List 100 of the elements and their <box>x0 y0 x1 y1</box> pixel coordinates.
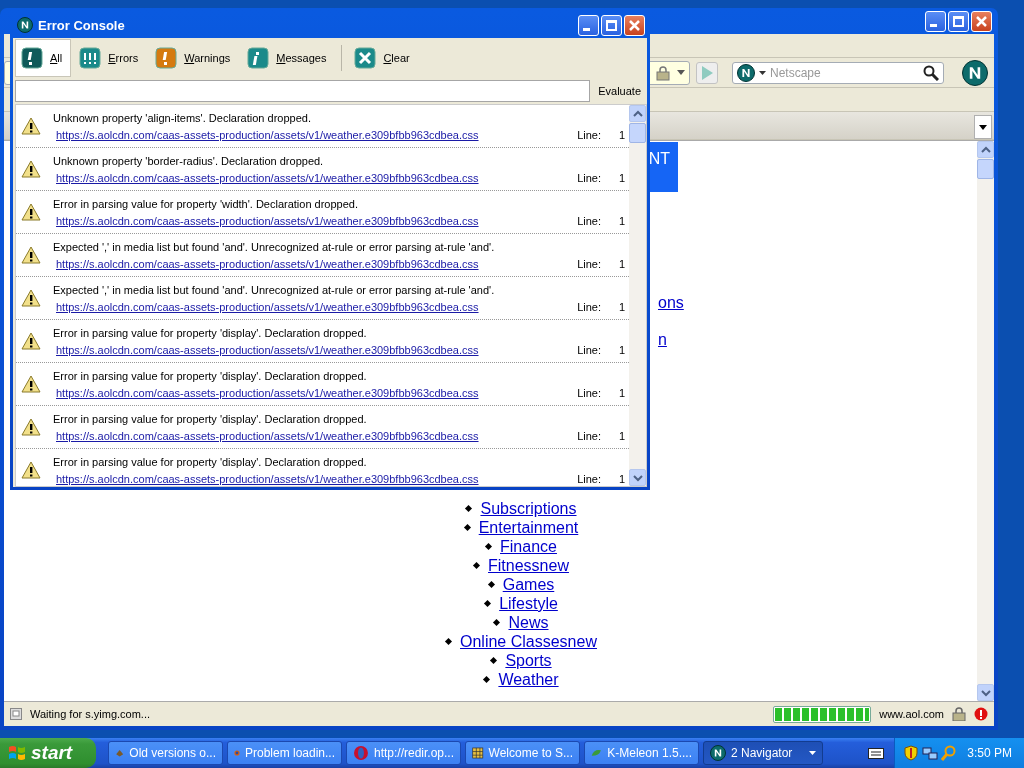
exclamation-icon <box>21 47 43 69</box>
info-icon <box>247 47 270 69</box>
dropdown-icon <box>759 70 766 75</box>
warning-icon <box>21 461 41 479</box>
message-text: Error in parsing value for property 'width'. Declaration dropped. <box>53 198 360 210</box>
shield-icon[interactable] <box>903 745 919 761</box>
close-icon <box>354 47 377 69</box>
link[interactable]: Sports <box>505 651 552 670</box>
message-text: Expected ',' in media list but found 'and'. Unrecognized at-rule or error parsing at-rule 'and'. <box>53 241 496 253</box>
netscape-logo-icon[interactable] <box>737 63 755 82</box>
caret-icon <box>979 124 987 130</box>
minimize-button[interactable] <box>578 14 599 36</box>
source-link[interactable]: https://s.aolcdn.com/caas-assets-production/assets/v1/weather.e309bfbb963cdbea.css <box>56 215 570 231</box>
bullet-icon <box>487 580 495 589</box>
source-link[interactable]: https://s.aolcdn.com/caas-assets-production/assets/v1/weather.e309bfbb963cdbea.css <box>56 301 570 317</box>
bullet-icon <box>493 618 501 627</box>
link[interactable]: Games <box>502 575 555 594</box>
warning-icon <box>21 160 41 178</box>
scrollbar-thumb[interactable] <box>977 159 994 179</box>
network-icon[interactable] <box>922 745 938 761</box>
clear-button[interactable]: Clear <box>348 39 419 77</box>
link[interactable]: n <box>658 330 977 349</box>
tab[interactable]: Warnings <box>149 39 240 77</box>
line-number: 1 <box>617 129 626 143</box>
search-field[interactable]: Netscape <box>732 61 944 84</box>
close-button[interactable] <box>624 14 645 36</box>
link[interactable]: Entertainment <box>478 518 579 537</box>
netscape-logo-icon <box>962 59 988 86</box>
bullet-icon <box>485 542 493 551</box>
minimize-button[interactable] <box>925 10 946 32</box>
maximize-icon <box>606 19 617 31</box>
link[interactable]: Finance <box>500 537 557 556</box>
close-button[interactable] <box>971 10 992 32</box>
link[interactable]: Weather <box>498 670 559 689</box>
link[interactable]: Online Classesnew <box>460 632 597 651</box>
message-text: Error in parsing value for property 'display'. Declaration dropped. <box>53 456 368 468</box>
tab[interactable]: All <box>15 39 72 77</box>
bullet-icon <box>484 599 492 608</box>
keyboard-icon[interactable] <box>868 746 884 760</box>
line-number: 1 <box>617 344 626 358</box>
bullet-icon <box>483 675 491 684</box>
start-button[interactable]: start <box>0 738 96 768</box>
line-number: 1 <box>617 215 626 229</box>
minimize-icon <box>930 23 937 27</box>
warning-icon <box>21 203 41 221</box>
line-number: 1 <box>617 430 626 444</box>
play-icon <box>700 64 714 81</box>
message-text: Unknown property 'border-radius'. Declaration dropped. <box>53 155 325 167</box>
site-name: www.aol.com <box>879 708 944 720</box>
tab[interactable]: Errors <box>73 39 148 77</box>
source-link[interactable]: https://s.aolcdn.com/caas-assets-production/assets/v1/weather.e309bfbb963cdbea.css <box>56 129 570 145</box>
message-text: Error in parsing value for property 'display'. Declaration dropped. <box>53 413 368 425</box>
page-icon <box>10 708 22 720</box>
source-link[interactable]: https://s.aolcdn.com/caas-assets-production/assets/v1/weather.e309bfbb963cdbea.css <box>56 344 570 360</box>
maximize-icon <box>953 15 964 27</box>
bullet-icon <box>465 504 473 513</box>
search-input[interactable]: Netscape <box>770 65 919 80</box>
source-link[interactable]: https://s.aolcdn.com/caas-assets-production/assets/v1/weather.e309bfbb963cdbea.css <box>56 473 570 486</box>
alert-icon <box>974 707 988 721</box>
warning-icon <box>21 289 41 307</box>
maximize-button[interactable] <box>948 10 969 32</box>
exclamation-icon <box>155 47 178 69</box>
bullet-icon <box>463 523 471 532</box>
bullet-icon <box>473 561 481 570</box>
netscape-logo-icon <box>710 745 726 761</box>
lock-icon <box>655 64 671 81</box>
link[interactable]: Lifestyle <box>499 594 558 613</box>
source-link[interactable]: https://s.aolcdn.com/caas-assets-production/assets/v1/weather.e309bfbb963cdbea.css <box>56 258 570 274</box>
app-icon <box>472 745 484 761</box>
source-link[interactable]: https://s.aolcdn.com/caas-assets-production/assets/v1/weather.e309bfbb963cdbea.css <box>56 430 570 446</box>
tab-list-button[interactable] <box>974 115 992 139</box>
window-title: Error Console <box>38 17 125 33</box>
minimize-icon <box>583 27 590 31</box>
bullet-icon <box>445 637 453 646</box>
link[interactable]: Fitnessnew <box>488 556 569 575</box>
source-link[interactable]: https://s.aolcdn.com/caas-assets-production/assets/v1/weather.e309bfbb963cdbea.css <box>56 387 570 403</box>
line-label: Line: <box>577 344 601 358</box>
evaluate-button[interactable]: Evaluate <box>596 85 643 97</box>
link[interactable]: News <box>508 613 549 632</box>
link[interactable]: ons <box>658 293 977 312</box>
scrollbar[interactable] <box>629 105 646 486</box>
warning-icon <box>21 246 41 264</box>
message-text: Unknown property 'align-items'. Declaration dropped. <box>53 112 312 124</box>
scrollbar-thumb[interactable] <box>629 123 646 143</box>
app-icon <box>353 745 369 761</box>
maximize-button[interactable] <box>601 14 622 36</box>
lock-icon <box>952 707 966 721</box>
taskbar-button[interactable]: 2 Navigator <box>703 741 823 765</box>
close-icon <box>976 15 987 27</box>
line-label: Line: <box>577 129 601 143</box>
status-text: Waiting for s.yimg.com... <box>30 708 151 720</box>
line-number: 1 <box>617 172 626 186</box>
line-number: 1 <box>617 387 626 401</box>
line-label: Line: <box>577 301 601 315</box>
code-field[interactable] <box>15 80 591 102</box>
clock: 3:50 PM <box>967 746 1012 760</box>
link[interactable]: Subscriptions <box>480 499 577 518</box>
scrollbar[interactable] <box>977 141 994 701</box>
line-number: 1 <box>617 473 626 486</box>
tab[interactable]: Messages <box>241 39 336 77</box>
